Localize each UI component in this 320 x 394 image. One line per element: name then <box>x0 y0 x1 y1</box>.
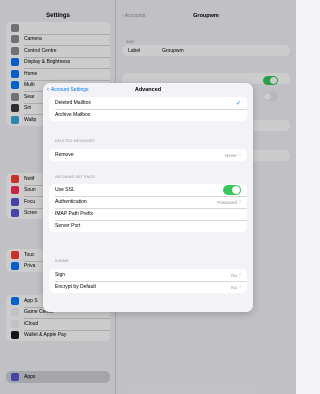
remove-label: Remove <box>55 152 74 158</box>
sign-label: Sign <box>55 272 66 278</box>
sign-row[interactable]: Sign No › <box>49 269 247 281</box>
imap-path-prefix-row[interactable]: IMAP Path Prefix <box>49 208 247 220</box>
chevron-right-icon: › <box>239 198 241 205</box>
chevron-right-icon: › <box>239 271 241 278</box>
encrypt-by-default-value: No <box>231 284 237 290</box>
authentication-label: Authentication <box>55 199 87 205</box>
server-port-label: Server Port <box>55 223 81 229</box>
archive-mailbox-row[interactable]: Archive Mailbox <box>49 109 247 121</box>
remove-value: Never <box>224 152 237 158</box>
sign-value: No <box>231 272 237 278</box>
authentication-value: Password <box>217 199 237 205</box>
encrypt-by-default-row[interactable]: Encrypt by Default No › <box>49 281 247 293</box>
deleted-mailbox-row[interactable]: Deleted Mailbox ✓ <box>49 97 247 109</box>
chevron-right-icon: › <box>239 283 241 290</box>
smime-header: S/MIME <box>55 259 69 263</box>
server-port-row[interactable]: Server Port <box>49 220 247 232</box>
encrypt-by-default-label: Encrypt by Default <box>55 284 96 290</box>
use-ssl-label: Use SSL <box>55 187 75 193</box>
mailbox-group: Deleted Mailbox ✓ Archive Mailbox <box>49 97 247 121</box>
incoming-settings-header: INCOMING SETTINGS <box>55 175 95 179</box>
imap-path-prefix-label: IMAP Path Prefix <box>55 211 93 217</box>
authentication-row[interactable]: Authentication Password › <box>49 196 247 208</box>
modal-nav-bar: ‹ Account Settings Advanced <box>43 83 253 98</box>
archive-mailbox-label: Archive Mailbox <box>55 112 91 118</box>
deleted-mailbox-label: Deleted Mailbox <box>55 100 91 106</box>
deleted-messages-group: Remove Never › <box>49 149 247 161</box>
incoming-settings-group: Use SSL Authentication Password › IMAP P… <box>49 184 247 232</box>
chevron-right-icon: › <box>239 151 241 158</box>
remove-row[interactable]: Remove Never › <box>49 149 247 161</box>
modal-title: Advanced <box>134 87 162 93</box>
smime-group: Sign No › Encrypt by Default No › <box>49 269 247 293</box>
checkmark-icon: ✓ <box>235 100 241 107</box>
use-ssl-row: Use SSL <box>49 184 247 196</box>
use-ssl-toggle[interactable] <box>223 185 241 195</box>
deleted-messages-header: DELETED MESSAGES <box>55 139 95 143</box>
advanced-settings-modal: ‹ Account Settings Advanced Deleted Mail… <box>43 83 253 312</box>
